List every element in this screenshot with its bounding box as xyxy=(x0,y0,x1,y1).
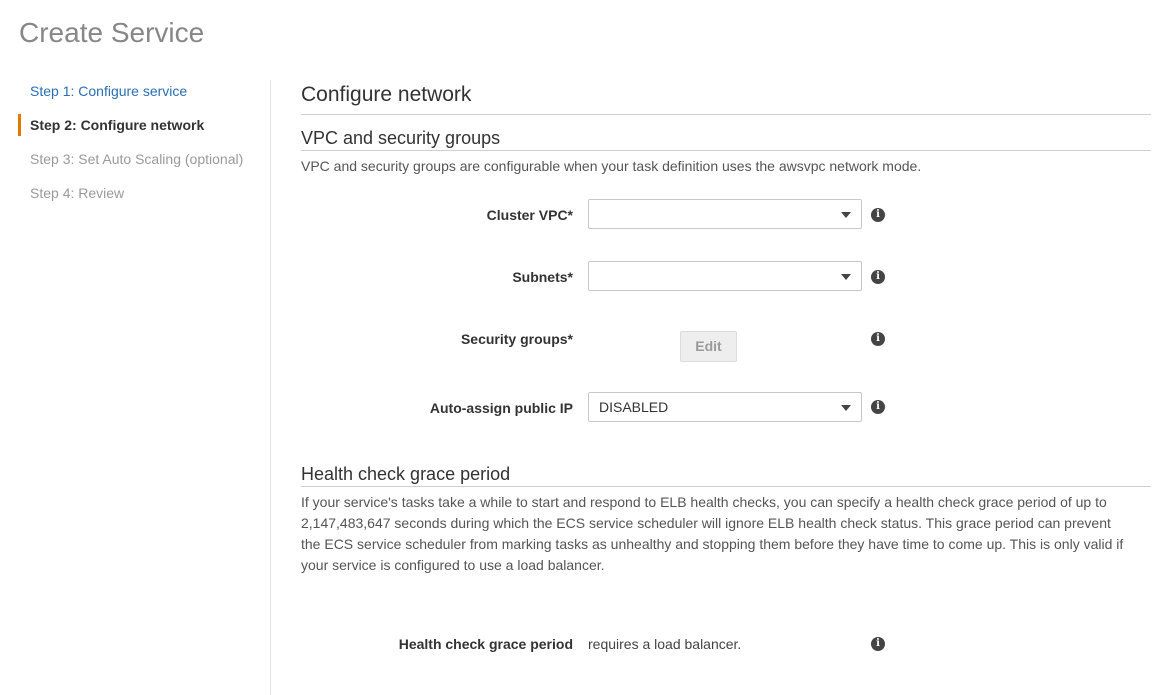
info-circle-icon[interactable]: i xyxy=(871,270,885,284)
sidebar-divider xyxy=(270,80,271,695)
health-description-line: your service is configured to use a load… xyxy=(301,557,605,573)
vpc-section-divider xyxy=(301,150,1151,151)
chevron-down-icon xyxy=(841,405,851,411)
auto-assign-ip-select[interactable]: DISABLED xyxy=(588,392,862,422)
info-circle-icon[interactable]: i xyxy=(871,400,885,414)
cluster-vpc-select[interactable] xyxy=(588,199,862,229)
subnets-label: Subnets* xyxy=(512,269,573,285)
health-description-line: the ECS service scheduler from marking t… xyxy=(301,536,1124,552)
security-groups-label: Security groups* xyxy=(460,331,573,347)
health-section-description: If your service's tasks take a while to … xyxy=(301,492,1151,576)
health-grace-label: Health check grace period xyxy=(398,636,573,652)
edit-security-groups-button[interactable]: Edit xyxy=(680,331,737,362)
step-auto-scaling: Step 3: Set Auto Scaling (optional) xyxy=(30,151,244,167)
step-configure-network: Step 2: Configure network xyxy=(18,114,268,136)
section-title: Configure network xyxy=(301,83,472,106)
cluster-vpc-label: Cluster VPC* xyxy=(486,207,573,223)
vpc-section-description: VPC and security groups are configurable… xyxy=(301,158,922,174)
info-circle-icon[interactable]: i xyxy=(871,208,885,222)
vpc-section-heading: VPC and security groups xyxy=(301,128,501,148)
subnets-select[interactable] xyxy=(588,261,862,291)
title-divider xyxy=(301,114,1151,115)
health-section-divider xyxy=(301,486,1151,487)
info-circle-icon[interactable]: i xyxy=(871,332,885,346)
health-description-line: If your service's tasks take a while to … xyxy=(301,494,1107,510)
info-circle-icon[interactable]: i xyxy=(871,637,885,651)
step-review: Step 4: Review xyxy=(30,185,125,201)
auto-assign-ip-label: Auto-assign public IP xyxy=(429,400,573,416)
chevron-down-icon xyxy=(841,274,851,280)
health-description-line: 2,147,483,647 seconds during which the E… xyxy=(301,515,1111,531)
chevron-down-icon xyxy=(841,212,851,218)
auto-assign-ip-value: DISABLED xyxy=(599,399,669,415)
wizard-steps: Step 1: Configure service Step 2: Config… xyxy=(18,80,268,216)
health-grace-value: requires a load balancer. xyxy=(588,636,742,652)
page-title: Create Service xyxy=(19,17,205,48)
step-configure-service[interactable]: Step 1: Configure service xyxy=(18,80,268,102)
main-content: Configure network VPC and security group… xyxy=(301,0,1151,695)
health-section-heading: Health check grace period xyxy=(301,464,511,484)
